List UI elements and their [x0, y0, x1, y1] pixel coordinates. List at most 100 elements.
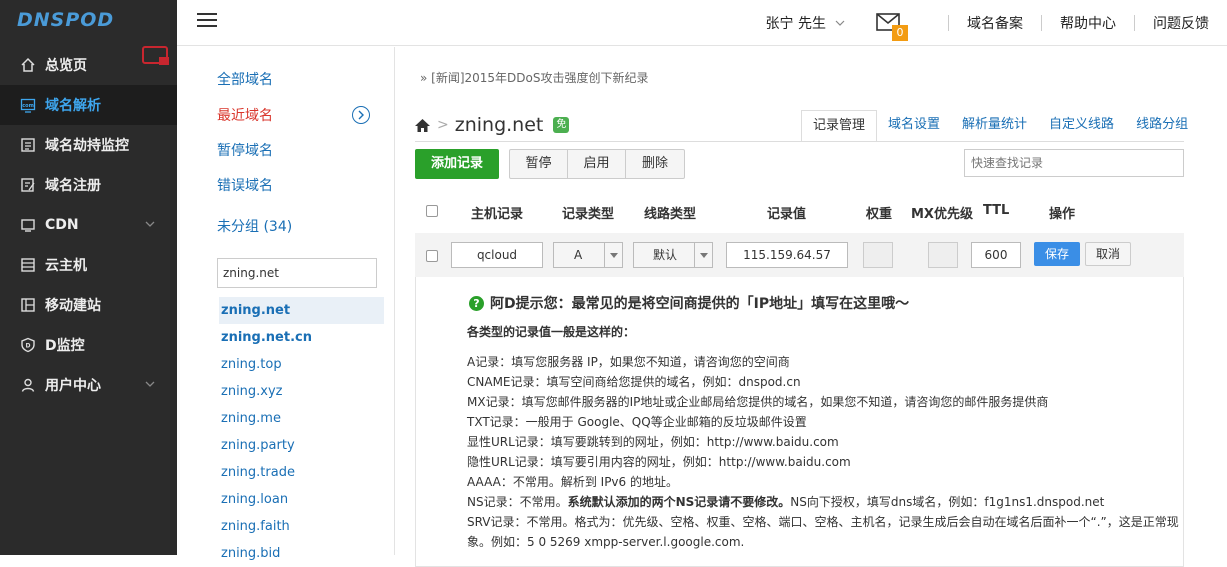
domain-list-item[interactable]: zning.xyz [219, 378, 384, 405]
tab-domain-settings[interactable]: 域名设置 [877, 110, 951, 142]
column-line: 线路类型 [644, 207, 697, 222]
home-icon [19, 57, 36, 74]
enable-button[interactable]: 启用 [568, 150, 626, 178]
mail-button[interactable]: 0 [876, 13, 908, 41]
delete-button[interactable]: 删除 [626, 150, 684, 178]
ns-warning: 系统默认添加的两个NS记录请不要修改。 [567, 495, 791, 509]
news-link[interactable]: » [新闻]2015年DDoS攻击强度创下新纪录 [420, 69, 649, 86]
domain-list-item[interactable]: zning.me [219, 405, 384, 432]
divider [1134, 15, 1135, 31]
ns-suffix: NS向下授权，填写dns域名，例如：f1g1ns1.dnspod.net [790, 495, 1105, 509]
weight-input[interactable] [863, 242, 893, 268]
domain-list-item[interactable]: zning.party [219, 432, 384, 459]
ns-prefix: NS记录：不常用。 [467, 495, 568, 509]
domain-list-item[interactable]: zning.bid [219, 540, 384, 567]
sidebar-item-d-monitor[interactable]: D D监控 [0, 325, 177, 365]
sidebar-item-cdn[interactable]: CDN [0, 205, 177, 245]
record-action-group: 暂停 启用 删除 [509, 149, 685, 179]
sidebar-item-cloud-host[interactable]: 云主机 [0, 245, 177, 285]
svg-text:D: D [25, 343, 30, 350]
user-icon [19, 377, 36, 394]
quick-search-input[interactable] [964, 149, 1184, 177]
record-value-input[interactable]: 115.159.64.57 [726, 242, 848, 268]
ttl-input[interactable]: 600 [971, 242, 1021, 268]
line-type-select[interactable]: 默认 [633, 242, 713, 268]
tip-line-mx: MX记录：填写您邮件服务器的IP地址或企业邮局给您提供的域名，如果您不知道，请咨… [467, 395, 1049, 409]
tip-line-implicit-url: 隐性URL记录：填写要引用内容的网址，例如：http://www.baidu.c… [467, 455, 851, 469]
domain-list-item[interactable]: zning.net [219, 297, 384, 324]
select-all-checkbox[interactable] [426, 205, 438, 217]
main-sidebar: DNSPOD 总览页 com 域名解析 域名劫持监控 域名注册 CDN 云主机 … [0, 0, 177, 555]
tip-line-ns: NS记录：不常用。系统默认添加的两个NS记录请不要修改。NS向下授权，填写dns… [467, 492, 1177, 512]
dropdown-arrow-icon [604, 243, 622, 267]
record-type-select[interactable]: A [553, 242, 623, 268]
category-recent-domains[interactable]: 最近域名 [217, 105, 273, 125]
shield-icon: D [19, 337, 36, 354]
chevron-right-circle-icon[interactable] [352, 106, 370, 124]
current-domain-title: zning.net [454, 114, 544, 136]
home-icon[interactable] [414, 117, 431, 134]
menu-toggle-icon[interactable] [197, 13, 217, 29]
free-badge: 免 [553, 117, 570, 133]
record-edit-row: qcloud A 默认 115.159.64.57 600 保存 取消 [415, 233, 1184, 277]
record-toolbar: 添加记录 暂停 启用 删除 [415, 149, 685, 179]
sidebar-item-overview[interactable]: 总览页 [0, 45, 177, 85]
tip-lines: A记录：填写您服务器 IP，如果您不知道，请咨询您的空间商 CNAME记录：填写… [467, 352, 1179, 552]
column-ttl: TTL [983, 203, 1010, 218]
icp-record-link[interactable]: 域名备案 [967, 13, 1023, 33]
record-value-tip-box: ? 阿D提示您：最常见的是将空间商提供的「IP地址」填写在这里哦～ 各类型的记录… [415, 277, 1184, 567]
domain-list-item[interactable]: zning.loan [219, 486, 384, 513]
tab-line-groups[interactable]: 线路分组 [1125, 110, 1199, 142]
chevron-down-icon [145, 381, 155, 387]
category-paused-domains[interactable]: 暂停域名 [217, 140, 273, 160]
row-checkbox[interactable] [426, 250, 438, 262]
cdn-icon [19, 217, 36, 234]
domain-panel: 全部域名 最近域名 暂停域名 错误域名 未分组 (34) zning.net z… [177, 47, 395, 561]
feedback-link[interactable]: 问题反馈 [1153, 13, 1209, 33]
sidebar-item-label: 总览页 [45, 58, 87, 74]
sidebar-item-label: 用户中心 [45, 378, 101, 394]
tab-query-stats[interactable]: 解析量统计 [951, 110, 1038, 142]
sidebar-item-register[interactable]: 域名注册 [0, 165, 177, 205]
sidebar-item-dns[interactable]: com 域名解析 [0, 85, 177, 125]
user-name[interactable]: 张宁 先生 [766, 13, 826, 33]
column-weight: 权重 [866, 207, 893, 222]
mobile-icon [19, 297, 36, 314]
sidebar-item-mobile-site[interactable]: 移动建站 [0, 285, 177, 325]
breadcrumb: > zning.net 免 [414, 114, 570, 136]
sidebar-item-label: 域名解析 [45, 98, 101, 114]
column-mx: MX优先级 [911, 207, 973, 222]
domain-list-item[interactable]: zning.net.cn [219, 324, 384, 351]
add-record-button[interactable]: 添加记录 [415, 149, 499, 179]
records-table-header: 主机记录 记录类型 线路类型 记录值 权重 MX优先级 TTL 操作 [415, 194, 1184, 228]
dns-icon: com [19, 97, 36, 114]
category-ungrouped[interactable]: 未分组 (34) [217, 216, 292, 236]
dnspod-logo[interactable]: DNSPOD [0, 0, 177, 45]
host-input[interactable]: qcloud [451, 242, 543, 268]
domain-list-item[interactable]: zning.trade [219, 459, 384, 486]
domain-list-item[interactable]: zning.top [219, 351, 384, 378]
svg-text:com: com [22, 103, 34, 109]
help-center-link[interactable]: 帮助中心 [1060, 13, 1116, 33]
tip-line-txt: TXT记录：一般用于 Google、QQ等企业邮箱的反垃圾邮件设置 [467, 415, 807, 429]
sidebar-item-user-center[interactable]: 用户中心 [0, 365, 177, 405]
tab-custom-lines[interactable]: 自定义线路 [1038, 110, 1125, 142]
tip-line-srv: SRV记录：不常用。格式为：优先级、空格、权重、空格、端口、空格、主机名，记录生… [467, 515, 1179, 529]
domain-tabs: 记录管理 域名设置 解析量统计 自定义线路 线路分组 [801, 110, 1199, 142]
category-error-domains[interactable]: 错误域名 [217, 175, 273, 195]
tip-line-explicit-url: 显性URL记录：填写要跳转到的网址，例如：http://www.baidu.co… [467, 435, 839, 449]
chevron-down-icon[interactable] [834, 17, 846, 29]
domain-list-item[interactable]: zning.faith [219, 513, 384, 540]
record-type-value: A [574, 248, 583, 262]
cancel-button[interactable]: 取消 [1085, 242, 1131, 266]
save-button[interactable]: 保存 [1034, 242, 1080, 266]
mx-priority-input[interactable] [928, 242, 958, 268]
tab-record-management[interactable]: 记录管理 [801, 110, 878, 142]
domain-search-input[interactable] [217, 258, 377, 288]
pause-button[interactable]: 暂停 [510, 150, 568, 178]
top-header: 张宁 先生 0 域名备案 帮助中心 问题反馈 [177, 0, 1227, 46]
register-icon [19, 177, 36, 194]
sidebar-item-hijack-monitor[interactable]: 域名劫持监控 [0, 125, 177, 165]
breadcrumb-separator: > [437, 117, 449, 133]
category-all-domains[interactable]: 全部域名 [217, 69, 273, 89]
